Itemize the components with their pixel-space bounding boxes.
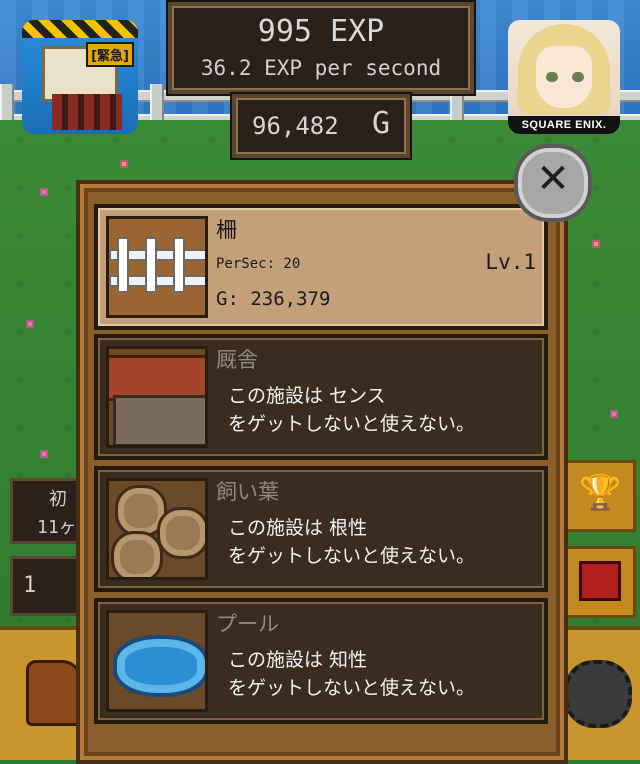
ad-banner-left[interactable]: [緊急] bbox=[22, 20, 138, 134]
record-panel: 初 11ヶ bbox=[10, 478, 86, 544]
gold-panel: 96,482 G bbox=[232, 94, 410, 158]
exp-panel: 995 EXP 36.2 EXP per second bbox=[168, 2, 474, 94]
locked-description: この施設は 知性 をゲットしないと使えない。 bbox=[228, 649, 476, 699]
facility-item-barn[interactable]: 厩舎 この施設は センス をゲットしないと使えない。 bbox=[94, 334, 548, 460]
cost-value: G: 236,379 bbox=[216, 288, 331, 310]
exp-rate: 36.2 EXP per second bbox=[200, 56, 442, 80]
facility-item-pool[interactable]: プール この施設は 知性 をゲットしないと使えない。 bbox=[94, 598, 548, 724]
facility-item-hay[interactable]: 飼い葉 この施設は 根性 をゲットしないと使えない。 bbox=[94, 466, 548, 592]
hay-icon bbox=[106, 478, 208, 580]
gear-icon[interactable] bbox=[564, 660, 632, 728]
exp-value: 995 EXP bbox=[257, 14, 385, 49]
horse-icon[interactable] bbox=[26, 660, 82, 726]
close-icon: ✕ bbox=[536, 156, 570, 202]
per-second-value: PerSec: 20 bbox=[216, 256, 301, 272]
facility-name: 飼い葉 bbox=[216, 480, 279, 504]
gold-value: 96,482 bbox=[252, 112, 339, 140]
fence-icon bbox=[106, 216, 208, 318]
facility-list-modal: 柵 PerSec: 20 Lv.1 G: 236,379 厩舎 この施設は セン… bbox=[76, 180, 568, 764]
facility-name: プール bbox=[216, 612, 279, 636]
emergency-badge: [緊急] bbox=[86, 42, 134, 67]
pool-icon bbox=[106, 610, 208, 712]
basket-icon bbox=[579, 561, 621, 601]
facility-name: 柵 bbox=[216, 218, 237, 242]
close-button[interactable]: ✕ bbox=[514, 144, 592, 222]
character-eye bbox=[546, 72, 558, 82]
counter-panel: 1 bbox=[10, 556, 86, 616]
level-value: Lv.1 bbox=[485, 250, 536, 274]
robot-army-icon bbox=[52, 94, 122, 130]
shop-button[interactable] bbox=[560, 546, 636, 618]
hazard-stripe bbox=[22, 20, 138, 38]
character-eye bbox=[572, 72, 584, 82]
locked-description: この施設は 根性 をゲットしないと使えない。 bbox=[228, 517, 476, 567]
ad-banner-right[interactable]: SQUARE ENIX. bbox=[508, 20, 620, 134]
trophy-icon: 🏆 bbox=[579, 473, 622, 513]
gold-unit: G bbox=[371, 106, 390, 141]
facility-item-fence[interactable]: 柵 PerSec: 20 Lv.1 G: 236,379 bbox=[94, 204, 548, 330]
brand-label: SQUARE ENIX. bbox=[508, 116, 620, 134]
barn-icon bbox=[106, 346, 208, 448]
locked-description: この施設は センス をゲットしないと使えない。 bbox=[228, 385, 476, 435]
trophy-button[interactable]: 🏆 bbox=[560, 460, 636, 532]
facility-name: 厩舎 bbox=[216, 348, 258, 372]
